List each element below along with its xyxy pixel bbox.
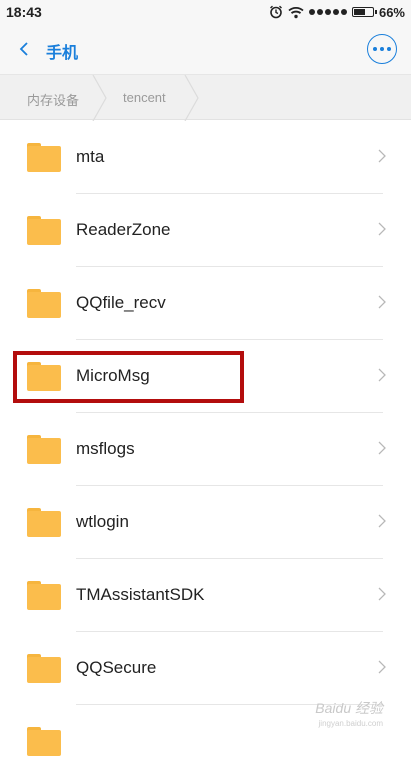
file-row[interactable]: QQfile_recv (0, 267, 411, 340)
file-name: msflogs (76, 439, 135, 458)
file-name: mta (76, 147, 105, 166)
breadcrumb-item-internal-storage[interactable]: 内存设备 (27, 90, 79, 109)
file-name: ReaderZone (76, 220, 171, 239)
breadcrumb-separator-icon (92, 75, 107, 121)
status-time: 18:43 (6, 4, 42, 20)
file-name: QQSecure (76, 658, 157, 677)
status-icons: 66% (269, 3, 405, 21)
alarm-icon (269, 5, 283, 19)
app-header: 手机 (0, 24, 411, 74)
folder-icon (27, 289, 61, 318)
chevron-right-icon (378, 660, 386, 674)
file-row[interactable]: msflogs (0, 413, 411, 486)
folder-icon (27, 654, 61, 683)
file-row[interactable]: mta (0, 121, 411, 194)
chevron-left-icon (19, 42, 28, 56)
chevron-right-icon (378, 514, 386, 528)
file-name: MicroMsg (76, 366, 150, 385)
status-bar: 18:43 66% (0, 0, 411, 24)
folder-icon (27, 143, 61, 172)
breadcrumb: 内存设备 tencent (0, 74, 411, 121)
chevron-right-icon (378, 587, 386, 601)
battery-icon (351, 7, 377, 17)
file-name: TMAssistantSDK (76, 585, 205, 604)
chevron-right-icon (378, 222, 386, 236)
chevron-right-icon (378, 295, 386, 309)
file-row[interactable]: MicroMsg (0, 340, 411, 413)
back-button[interactable] (12, 36, 36, 62)
breadcrumb-item-tencent[interactable]: tencent (123, 90, 166, 105)
file-row[interactable]: QQSecure (0, 632, 411, 705)
folder-icon (27, 216, 61, 245)
watermark-url: jingyan.baidu.com (318, 719, 383, 728)
more-dots-icon (373, 47, 377, 51)
file-name: wtlogin (76, 512, 129, 531)
chevron-right-icon (378, 149, 386, 163)
file-list: mta ReaderZone QQfile_recv MicroMsg msflogs w… (0, 121, 411, 778)
folder-icon (27, 508, 61, 537)
file-row[interactable]: TMAssistantSDK (0, 559, 411, 632)
more-button[interactable] (367, 34, 397, 64)
folder-icon (27, 581, 61, 610)
file-row[interactable]: ReaderZone (0, 194, 411, 267)
chevron-right-icon (378, 441, 386, 455)
battery-percent: 66% (378, 4, 405, 20)
page-title: 手机 (46, 45, 79, 62)
signal-icon (308, 9, 347, 15)
watermark-logo: Baidu 经验 (315, 700, 383, 716)
wifi-icon (288, 6, 304, 19)
file-name: QQfile_recv (76, 293, 166, 312)
folder-icon (27, 362, 61, 391)
file-row[interactable]: wtlogin (0, 486, 411, 559)
chevron-right-icon (378, 368, 386, 382)
folder-icon (27, 435, 61, 464)
folder-icon (27, 727, 61, 756)
breadcrumb-separator-icon (184, 75, 199, 121)
